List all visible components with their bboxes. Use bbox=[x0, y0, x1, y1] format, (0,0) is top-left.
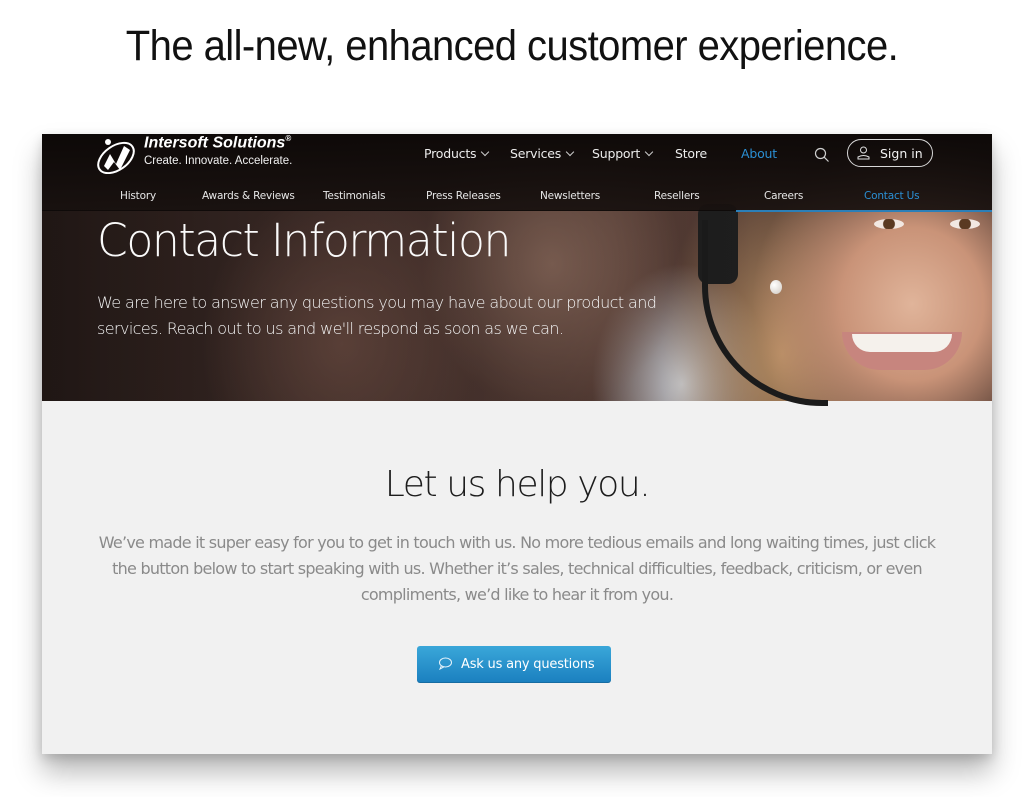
subnav-careers[interactable]: Careers bbox=[764, 190, 803, 202]
registered-mark: ® bbox=[285, 134, 292, 143]
subnav-resellers[interactable]: Resellers bbox=[654, 190, 700, 202]
sign-in-button[interactable]: Sign in bbox=[847, 139, 933, 167]
nav-store[interactable]: Store bbox=[675, 146, 707, 161]
user-icon bbox=[857, 146, 870, 160]
brand-name: Intersoft Solutions® bbox=[144, 134, 291, 152]
subnav-active-indicator bbox=[736, 210, 992, 212]
help-title: Let us help you. bbox=[384, 464, 651, 505]
chevron-down-icon bbox=[644, 147, 654, 157]
sign-in-label: Sign in bbox=[880, 146, 923, 161]
nav-label: Services bbox=[510, 146, 562, 161]
speech-bubble-icon bbox=[439, 657, 452, 670]
subnav-testimonials[interactable]: Testimonials bbox=[323, 190, 385, 202]
subnav-awards-reviews[interactable]: Awards & Reviews bbox=[202, 190, 295, 202]
nav-label: Support bbox=[592, 146, 641, 161]
subnav-press-releases[interactable]: Press Releases bbox=[426, 190, 501, 202]
ask-questions-button[interactable]: Ask us any questions bbox=[417, 646, 611, 683]
brand-tagline: Create. Innovate. Accelerate. bbox=[144, 155, 293, 167]
subnav-contact-us[interactable]: Contact Us bbox=[864, 190, 920, 202]
nav-about[interactable]: About bbox=[741, 146, 777, 161]
nav-label: About bbox=[741, 146, 777, 161]
chevron-down-icon bbox=[565, 147, 575, 157]
website-screenshot-frame: Intersoft Solutions® Create. Innovate. A… bbox=[42, 134, 992, 754]
intersoft-logo-icon bbox=[97, 139, 135, 174]
brand-name-text: Intersoft Solutions bbox=[144, 134, 286, 152]
nav-support[interactable]: Support bbox=[592, 146, 654, 161]
hero-subtitle: We are here to answer any questions you … bbox=[97, 293, 657, 338]
subnav-history[interactable]: History bbox=[120, 190, 156, 202]
nav-label: Products bbox=[424, 146, 477, 161]
search-icon[interactable] bbox=[814, 147, 830, 163]
chevron-down-icon bbox=[481, 147, 490, 157]
page-headline: The all-new, enhanced customer experienc… bbox=[125, 22, 899, 70]
hero-title: Contact Information bbox=[97, 214, 511, 267]
subnav-newsletters[interactable]: Newsletters bbox=[540, 190, 600, 202]
nav-label: Store bbox=[675, 146, 708, 161]
help-body: We’ve made it super easy for you to get … bbox=[98, 533, 936, 604]
nav-services[interactable]: Services bbox=[510, 146, 575, 161]
ask-questions-label: Ask us any questions bbox=[461, 657, 595, 672]
nav-products[interactable]: Products bbox=[424, 146, 490, 161]
site-header: Intersoft Solutions® Create. Innovate. A… bbox=[42, 134, 992, 211]
brand-logo[interactable]: Intersoft Solutions® Create. Innovate. A… bbox=[94, 134, 334, 178]
